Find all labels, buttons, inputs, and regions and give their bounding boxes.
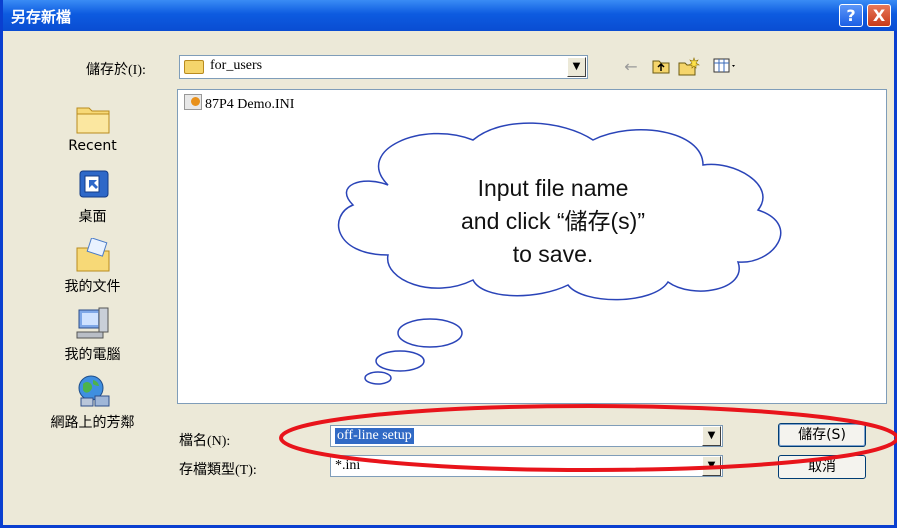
highlight-overlay	[279, 404, 897, 472]
save-as-dialog: 另存新檔 ? X 儲存於(I): for_users ▼ ← Recent 桌面	[0, 0, 897, 528]
red-highlight-ellipse	[279, 404, 897, 472]
